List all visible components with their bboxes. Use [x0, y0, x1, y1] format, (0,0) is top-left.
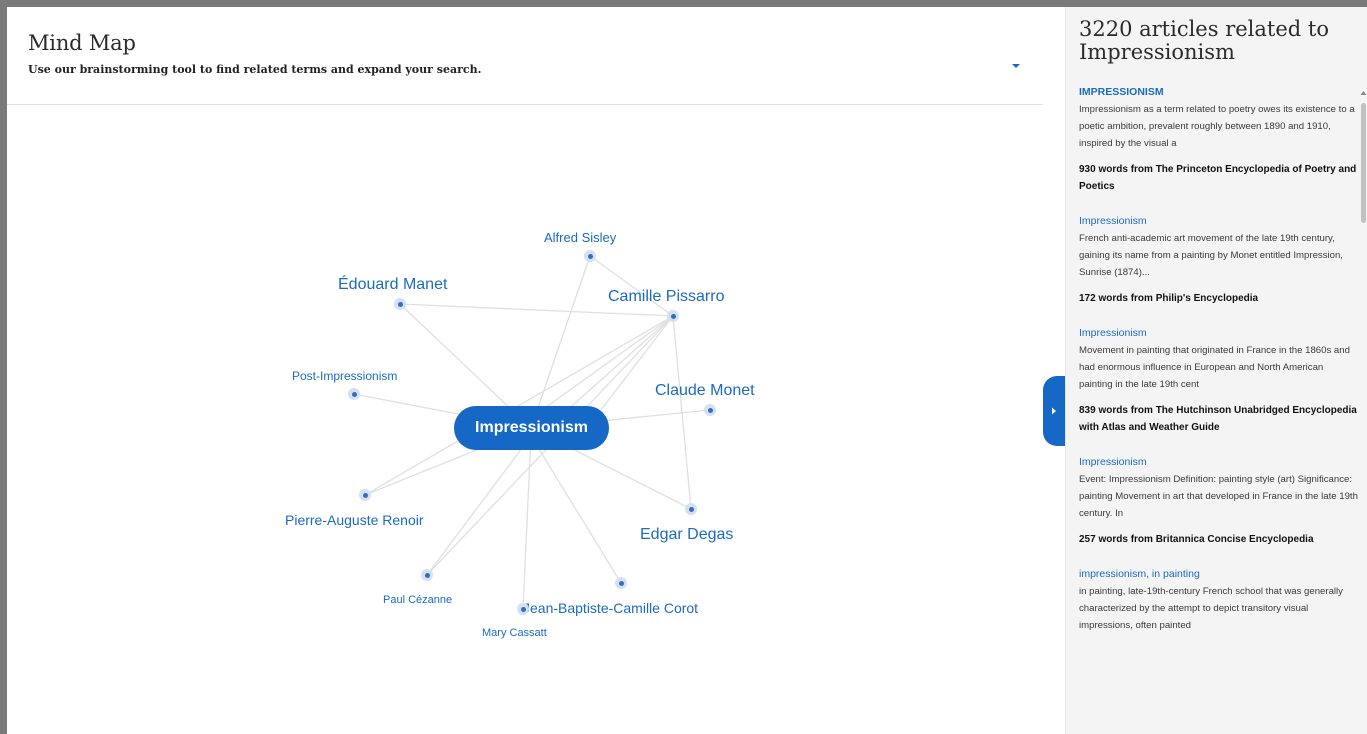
panel-toggle-button[interactable] — [1043, 376, 1065, 446]
article-source: 257 words from Britannica Concise Encycl… — [1079, 531, 1359, 548]
mind-map-subtitle: Use our brainstorming tool to find relat… — [28, 63, 482, 76]
results-panel: 3220 articles related to Impressionism I… — [1065, 7, 1367, 734]
article-snippet: Impressionism as a term related to poetr… — [1079, 104, 1355, 149]
article-item: impressionism, in painting in painting, … — [1079, 568, 1359, 634]
article-title-link[interactable]: Impressionism — [1079, 215, 1359, 227]
scrollbar-thumb[interactable] — [1361, 103, 1366, 223]
article-snippet: in painting, late-19th-century French sc… — [1079, 586, 1343, 631]
node-post-impressionism[interactable]: Post-Impressionism — [292, 369, 397, 383]
article-word-count: 930 — [1079, 164, 1096, 175]
node-dot-post-impressionism[interactable] — [348, 388, 360, 400]
node-edouard-manet[interactable]: Édouard Manet — [338, 276, 447, 294]
edge-center-cezanne — [426, 435, 532, 576]
results-list: IMPRESSIONISM Impressionism as a term re… — [1079, 86, 1359, 654]
edge-center-corot — [530, 435, 622, 584]
article-source: 172 words from Philip's Encyclopedia — [1079, 290, 1359, 307]
chevron-down-icon[interactable] — [1008, 57, 1024, 73]
article-source: 930 words from The Princeton Encyclopedi… — [1079, 161, 1359, 195]
article-item: IMPRESSIONISM Impressionism as a term re… — [1079, 86, 1359, 195]
node-jean-baptiste-camille-corot[interactable]: Jean-Baptiste-Camille Corot — [523, 600, 698, 616]
edge-center-sisley — [530, 255, 591, 429]
edge-sisley-pissarro — [589, 255, 674, 317]
results-title: 3220 articles related to Impressionism — [1079, 17, 1329, 64]
node-edgar-degas[interactable]: Edgar Degas — [640, 526, 733, 544]
node-paul-cezanne[interactable]: Paul Cézanne — [383, 594, 452, 606]
node-dot-edouard-manet[interactable] — [394, 298, 406, 310]
article-title-link[interactable]: Impressionism — [1079, 456, 1359, 468]
node-camille-pissarro[interactable]: Camille Pissarro — [608, 288, 724, 306]
article-snippet: Event: Impressionism Definition: paintin… — [1079, 474, 1358, 519]
article-item: Impressionism Movement in painting that … — [1079, 327, 1359, 436]
article-snippet: French anti-academic art movement of the… — [1079, 233, 1343, 278]
article-source-text: words from Philip's Encyclopedia — [1098, 293, 1259, 304]
results-scrollbar[interactable] — [1360, 89, 1367, 734]
article-word-count: 257 — [1079, 534, 1096, 545]
article-word-count: 172 — [1079, 293, 1096, 304]
scroll-up-arrow-icon[interactable] — [1360, 89, 1367, 97]
node-dot-mary-cassatt[interactable] — [517, 603, 529, 615]
article-snippet: Movement in painting that originated in … — [1079, 345, 1350, 390]
article-source-text: words from Britannica Concise Encycloped… — [1098, 534, 1314, 545]
node-dot-claude-monet[interactable] — [704, 404, 716, 416]
mind-map-panel: Mind Map Use our brainstorming tool to f… — [7, 7, 1043, 734]
article-title-link[interactable]: IMPRESSIONISM — [1079, 86, 1359, 98]
mind-map-header: Mind Map Use our brainstorming tool to f… — [7, 7, 1043, 105]
mind-map-canvas[interactable]: Alfred Sisley Édouard Manet Camille Piss… — [7, 106, 1043, 734]
article-title-link[interactable]: impressionism, in painting — [1079, 568, 1359, 580]
article-item: Impressionism Event: Impressionism Defin… — [1079, 456, 1359, 548]
edge-center-cassatt — [522, 435, 532, 610]
article-item: Impressionism French anti-academic art m… — [1079, 215, 1359, 307]
article-title-link[interactable]: Impressionism — [1079, 327, 1359, 339]
node-dot-alfred-sisley[interactable] — [584, 250, 596, 262]
node-dot-paul-cezanne[interactable] — [421, 569, 433, 581]
article-source: 839 words from The Hutchinson Unabridged… — [1079, 402, 1359, 436]
center-node-impressionism[interactable]: Impressionism — [454, 406, 609, 450]
article-source-text: words from The Princeton Encyclopedia of… — [1079, 164, 1357, 192]
node-dot-pierre-auguste-renoir[interactable] — [359, 489, 371, 501]
node-dot-jean-baptiste-camille-corot[interactable] — [615, 577, 627, 589]
article-word-count: 839 — [1079, 405, 1096, 416]
node-dot-camille-pissarro[interactable] — [667, 310, 679, 322]
node-alfred-sisley[interactable]: Alfred Sisley — [544, 230, 616, 245]
node-mary-cassatt[interactable]: Mary Cassatt — [482, 627, 547, 639]
node-dot-edgar-degas[interactable] — [685, 503, 697, 515]
node-pierre-auguste-renoir[interactable]: Pierre-Auguste Renoir — [285, 512, 424, 528]
article-source-text: words from The Hutchinson Unabridged Enc… — [1079, 405, 1357, 433]
mind-map-title: Mind Map — [28, 31, 136, 55]
chevron-right-icon — [1052, 407, 1056, 415]
app-frame: Mind Map Use our brainstorming tool to f… — [7, 7, 1367, 734]
node-claude-monet[interactable]: Claude Monet — [655, 382, 755, 400]
